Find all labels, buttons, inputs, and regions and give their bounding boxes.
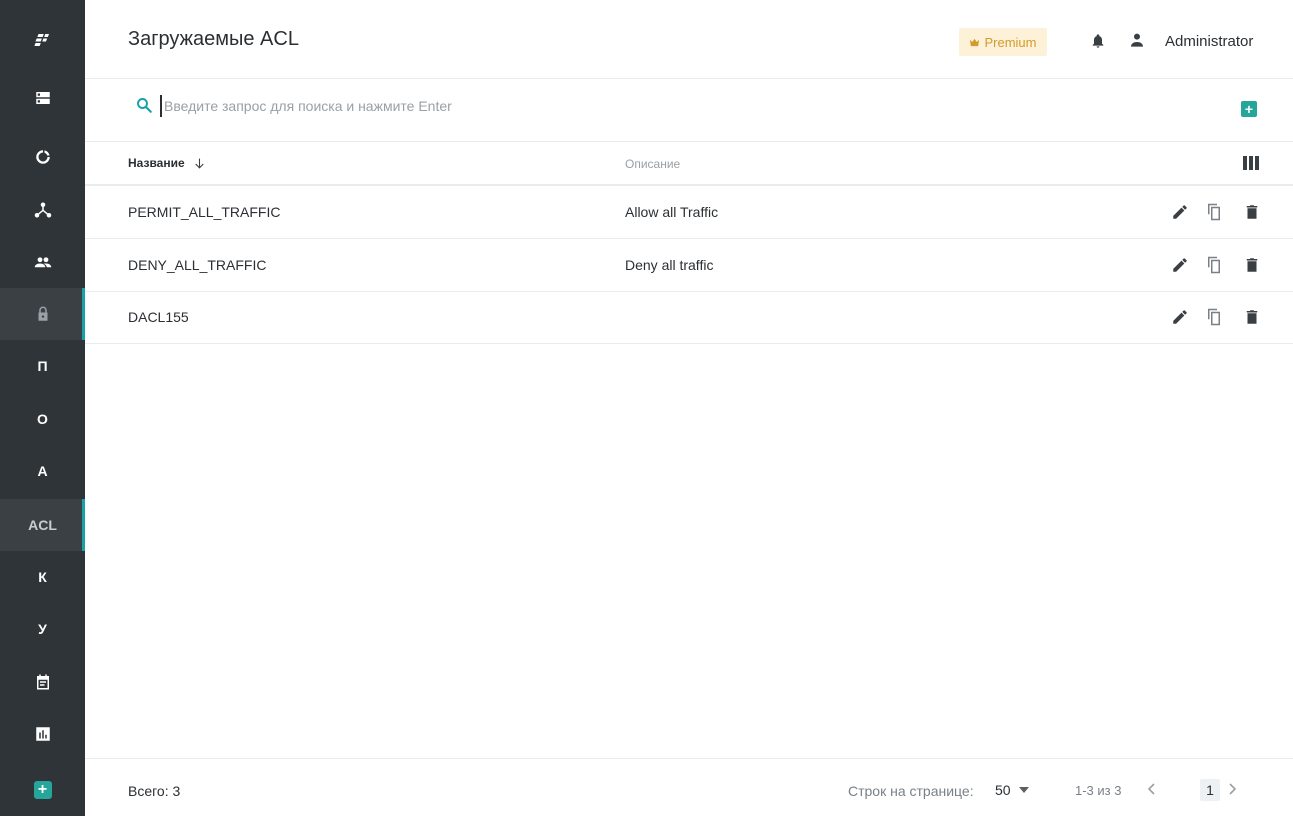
sidebar-item-acl[interactable]: ACL: [0, 499, 85, 551]
sidebar-item-k[interactable]: К: [0, 551, 85, 603]
sidebar-item-users[interactable]: [0, 236, 85, 288]
logo-icon[interactable]: [0, 14, 85, 66]
delete-button[interactable]: [1243, 256, 1261, 274]
copy-button[interactable]: [1205, 256, 1223, 274]
table-row[interactable]: PERMIT_ALL_TRAFFIC Allow all Traffic: [85, 186, 1293, 239]
premium-label: Premium: [984, 34, 1037, 50]
next-page-button[interactable]: [1225, 781, 1239, 797]
sidebar-label: А: [37, 463, 48, 479]
pencil-icon: [1173, 205, 1187, 219]
edit-button[interactable]: [1171, 308, 1189, 326]
table-header: Название Описание: [85, 142, 1293, 186]
trash-icon: [1246, 310, 1258, 324]
copy-icon: [1208, 308, 1220, 326]
logo-icon: [33, 34, 49, 46]
chevron-left-icon: [1147, 783, 1155, 795]
plus-icon: +: [1244, 101, 1254, 117]
current-page[interactable]: 1: [1200, 779, 1220, 801]
edit-button[interactable]: [1171, 256, 1189, 274]
search-icon: [137, 98, 152, 113]
calendar-icon: [36, 674, 49, 690]
sidebar-item-reports[interactable]: [0, 708, 85, 760]
sidebar-item-security[interactable]: [0, 288, 85, 340]
crown-icon: [970, 38, 980, 46]
trash-icon: [1246, 258, 1258, 272]
acl-description: Allow all Traffic: [625, 204, 719, 220]
sidebar-item-ring[interactable]: [0, 131, 85, 183]
network-icon: [34, 202, 51, 218]
page-header: Загружаемые ACL Premium Administrator: [85, 0, 1293, 79]
columns-icon[interactable]: [1243, 156, 1259, 170]
add-icon: +: [33, 781, 52, 799]
column-header-name[interactable]: Название: [128, 156, 206, 170]
delete-button[interactable]: [1243, 308, 1261, 326]
server-icon: [35, 92, 50, 104]
column-name-label: Название: [128, 156, 185, 170]
acl-name: DENY_ALL_TRAFFIC: [128, 257, 267, 273]
pencil-icon: [1173, 258, 1187, 272]
rows-per-page-select[interactable]: 50: [995, 782, 1029, 798]
search-input[interactable]: [160, 95, 864, 117]
pagination-range: 1-3 из 3: [1075, 783, 1122, 798]
acl-description: Deny all traffic: [625, 257, 714, 273]
acl-name: PERMIT_ALL_TRAFFIC: [128, 204, 281, 220]
copy-icon: [1208, 203, 1220, 221]
sidebar-label: П: [37, 358, 48, 374]
table-row[interactable]: DACL155: [85, 291, 1293, 344]
sidebar-item-u[interactable]: У: [0, 603, 85, 655]
prev-page-button[interactable]: [1145, 781, 1159, 797]
total-count: Всего: 3: [128, 783, 181, 799]
sort-arrow-down-icon: [194, 158, 204, 169]
search-bar: +: [85, 79, 1293, 142]
copy-button[interactable]: [1205, 308, 1223, 326]
sidebar-item-servers[interactable]: [0, 72, 85, 124]
sidebar-item-network[interactable]: [0, 184, 85, 236]
table-footer: Всего: 3 Строк на странице: 50 1-3 из 3 …: [85, 758, 1293, 817]
page-title: Загружаемые ACL: [128, 28, 299, 50]
sidebar-label: У: [38, 621, 47, 637]
rows-per-page-label: Строк на странице:: [848, 783, 974, 799]
edit-button[interactable]: [1171, 203, 1189, 221]
user-icon[interactable]: [1129, 32, 1145, 48]
column-header-description[interactable]: Описание: [625, 157, 680, 171]
sidebar-label: О: [37, 411, 48, 427]
rows-per-page-value: 50: [995, 782, 1011, 798]
pencil-icon: [1173, 310, 1187, 324]
sidebar-item-calendar[interactable]: [0, 656, 85, 708]
acl-name: DACL155: [128, 309, 189, 325]
lock-icon: [38, 306, 47, 321]
sidebar-label: К: [38, 569, 47, 585]
bell-icon[interactable]: [1090, 32, 1106, 50]
trash-icon: [1246, 205, 1258, 219]
add-acl-button[interactable]: +: [1241, 101, 1257, 117]
delete-button[interactable]: [1243, 203, 1261, 221]
premium-badge[interactable]: Premium: [959, 28, 1047, 56]
sidebar-add-button[interactable]: +: [0, 764, 85, 816]
chevron-right-icon: [1229, 783, 1237, 795]
sidebar: П О А ACL К У +: [0, 0, 85, 816]
sidebar-item-a[interactable]: А: [0, 445, 85, 497]
users-icon: [34, 257, 51, 268]
copy-icon: [1208, 256, 1220, 274]
copy-button[interactable]: [1205, 203, 1223, 221]
user-name[interactable]: Administrator: [1165, 33, 1253, 50]
chart-icon: [35, 727, 50, 741]
sidebar-label: ACL: [28, 517, 57, 533]
table-row[interactable]: DENY_ALL_TRAFFIC Deny all traffic: [85, 239, 1293, 292]
sidebar-item-o[interactable]: О: [0, 393, 85, 445]
sidebar-item-p[interactable]: П: [0, 340, 85, 392]
ring-icon: [35, 150, 50, 164]
chevron-down-icon: [1018, 787, 1029, 793]
